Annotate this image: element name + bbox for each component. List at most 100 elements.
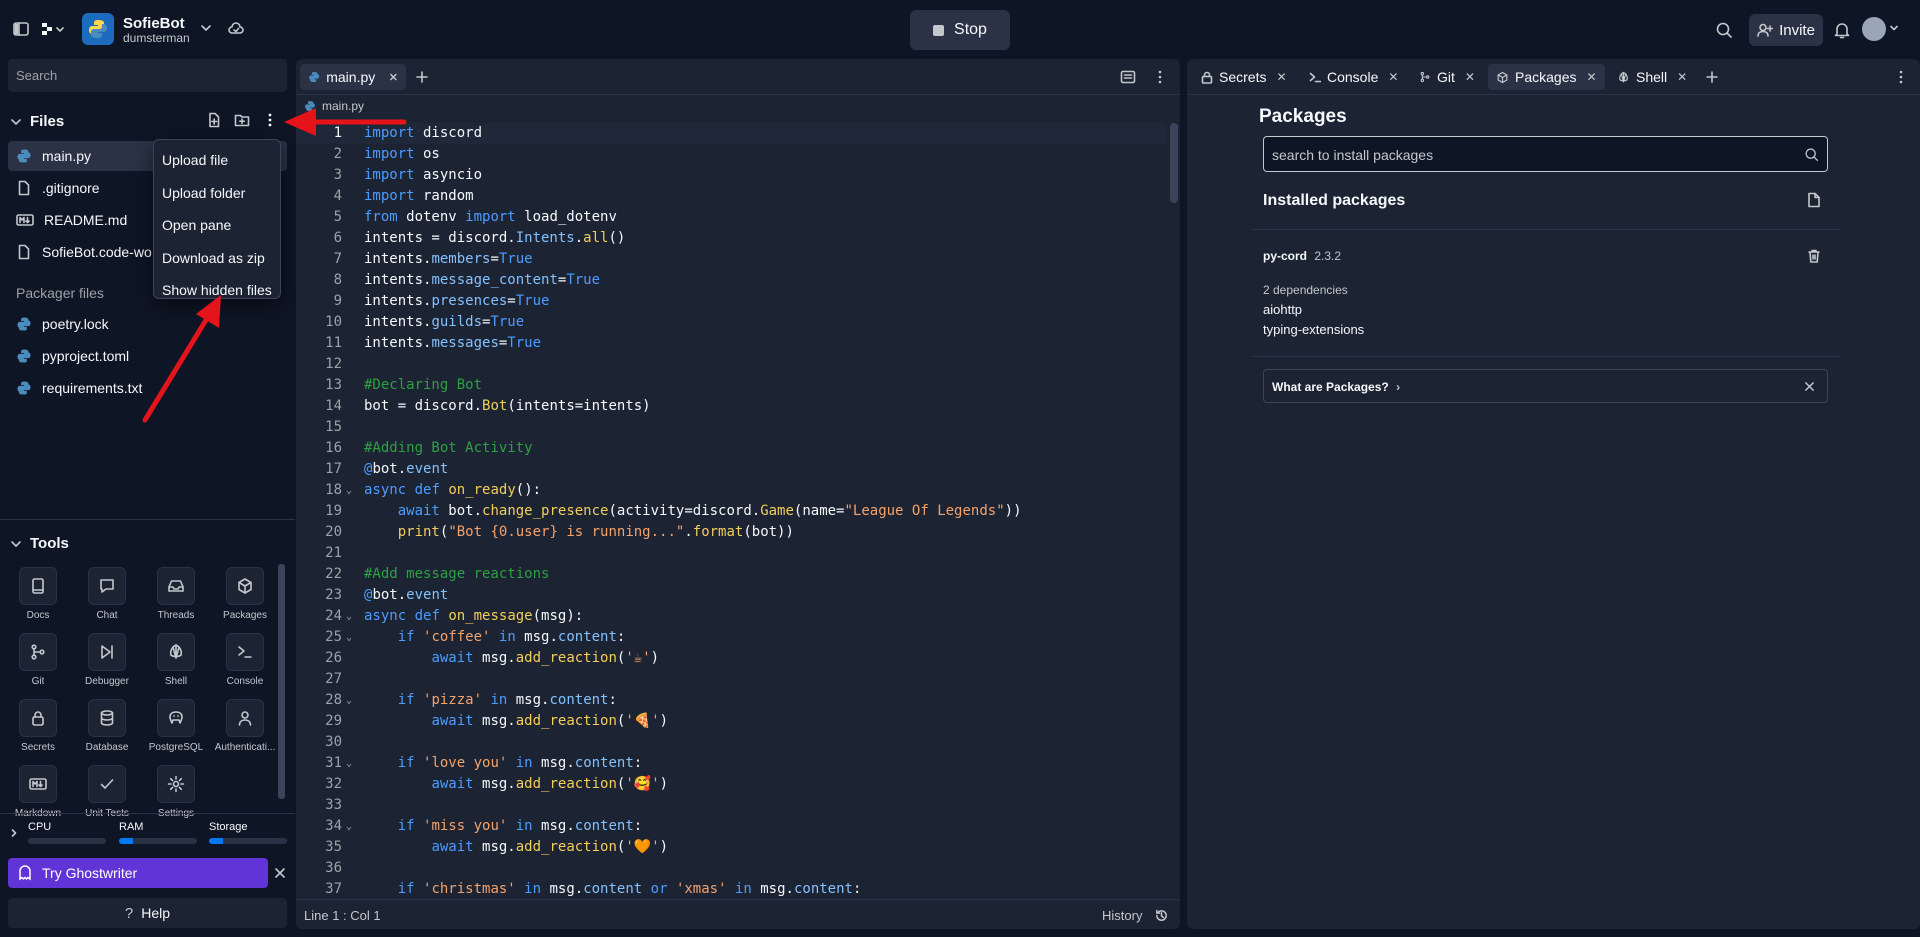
tab-shell[interactable]: Shell ✕ (1609, 64, 1695, 90)
fold-chevron-icon[interactable]: ⌄ (346, 816, 352, 837)
file-item-poetry-lock[interactable]: poetry.lock (8, 309, 287, 339)
search-icon[interactable] (1804, 147, 1819, 162)
close-tab-icon[interactable]: ✕ (1388, 70, 1398, 84)
code-line[interactable]: 14 bot = discord.Bot(intents=intents) (296, 396, 1166, 417)
fold-chevron-icon[interactable]: ⌄ (346, 480, 352, 501)
chevron-right-icon[interactable] (8, 827, 20, 839)
code-line[interactable]: 27 (296, 669, 1166, 690)
layout-icon[interactable] (1120, 69, 1136, 85)
code-line[interactable]: 12 (296, 354, 1166, 375)
fold-chevron-icon[interactable]: ⌄ (346, 690, 352, 711)
code-line[interactable]: 34 ⌄ if 'miss you' in msg.content: (296, 816, 1166, 837)
history-icon[interactable] (1154, 908, 1169, 923)
tool-postgresql[interactable]: PostgreSQL (144, 699, 208, 753)
tool-markdown[interactable]: Markdown (6, 765, 70, 819)
close-tab-icon[interactable]: ✕ (1586, 70, 1596, 84)
code-line[interactable]: 19 await bot.change_presence(activity=di… (296, 501, 1166, 522)
menu-item-upload-folder[interactable]: Upload folder (154, 177, 280, 210)
code-line[interactable]: 35 await msg.add_reaction('🧡') (296, 837, 1166, 858)
sidebar-toggle-icon[interactable] (10, 18, 32, 40)
close-tab-icon[interactable] (389, 72, 398, 82)
files-section-header[interactable]: Files (10, 113, 64, 130)
tool-packages[interactable]: Packages (213, 567, 277, 621)
code-line[interactable]: 9 intents.presences=True (296, 291, 1166, 312)
close-icon[interactable] (1804, 381, 1815, 392)
repl-avatar-icon[interactable] (82, 13, 114, 45)
tab-git[interactable]: Git ✕ (1411, 64, 1483, 90)
invite-button[interactable]: Invite (1749, 14, 1823, 46)
file-icon[interactable] (1807, 192, 1821, 208)
code-line[interactable]: 36 (296, 858, 1166, 879)
file-item-pyproject[interactable]: pyproject.toml (8, 341, 287, 371)
tool-git[interactable]: Git (6, 633, 70, 687)
close-tab-icon[interactable]: ✕ (1465, 70, 1475, 84)
repl-name[interactable]: SofieBot (123, 15, 185, 32)
close-tab-icon[interactable]: ✕ (1276, 70, 1286, 84)
tool-secrets[interactable]: Secrets (6, 699, 70, 753)
bell-icon[interactable] (1832, 20, 1852, 40)
code-line[interactable]: 1 import discord (296, 123, 1166, 144)
close-tab-icon[interactable]: ✕ (1677, 70, 1687, 84)
code-line[interactable]: 8 intents.message_content=True (296, 270, 1166, 291)
file-search-input[interactable]: Search (8, 59, 287, 92)
menu-item-upload-file[interactable]: Upload file (154, 144, 280, 177)
tool-chat[interactable]: Chat (75, 567, 139, 621)
chevron-down-icon[interactable] (198, 20, 214, 36)
code-line[interactable]: 29 await msg.add_reaction('🍕') (296, 711, 1166, 732)
history-label[interactable]: History (1102, 908, 1142, 923)
stop-button[interactable]: Stop (910, 10, 1010, 50)
code-line[interactable]: 22 #Add message reactions (296, 564, 1166, 585)
add-tab-icon[interactable] (1704, 69, 1720, 85)
code-line[interactable]: 10 intents.guilds=True (296, 312, 1166, 333)
code-line[interactable]: 21 (296, 543, 1166, 564)
cloud-sync-icon[interactable] (226, 19, 246, 39)
tool-settings[interactable]: Settings (144, 765, 208, 819)
avatar-chevron-down-icon[interactable] (1888, 22, 1900, 34)
menu-item-download-zip[interactable]: Download as zip (154, 242, 280, 275)
search-icon[interactable] (1714, 20, 1734, 40)
code-line[interactable]: 4 import random (296, 186, 1166, 207)
add-tab-icon[interactable] (414, 69, 430, 85)
package-row[interactable]: py-cord 2.3.2 (1263, 249, 1341, 263)
tool-shell[interactable]: Shell (144, 633, 208, 687)
tab-main-py[interactable]: main.py (300, 64, 406, 90)
tab-console[interactable]: Console ✕ (1301, 64, 1406, 90)
tool-unit-tests[interactable]: Unit Tests (75, 765, 139, 819)
menu-item-show-hidden-files[interactable]: Show hidden files (154, 274, 280, 307)
code-line[interactable]: 33 (296, 795, 1166, 816)
new-folder-icon[interactable] (233, 111, 251, 129)
code-line[interactable]: 6 intents = discord.Intents.all() (296, 228, 1166, 249)
menu-item-open-pane[interactable]: Open pane (154, 209, 280, 242)
tool-debugger[interactable]: Debugger (75, 633, 139, 687)
code-line[interactable]: 11 intents.messages=True (296, 333, 1166, 354)
pane-more-icon[interactable] (1893, 69, 1909, 85)
code-line[interactable]: 37 if 'christmas' in msg.content or 'xma… (296, 879, 1166, 900)
fold-chevron-icon[interactable]: ⌄ (346, 753, 352, 774)
tool-docs[interactable]: Docs (6, 567, 70, 621)
user-avatar[interactable] (1862, 17, 1886, 41)
tool-threads[interactable]: Threads (144, 567, 208, 621)
code-line[interactable]: 7 intents.members=True (296, 249, 1166, 270)
code-line[interactable]: 13 #Declaring Bot (296, 375, 1166, 396)
tool-console[interactable]: Console (213, 633, 277, 687)
code-line[interactable]: 5 from dotenv import load_dotenv (296, 207, 1166, 228)
tab-packages[interactable]: Packages ✕ (1488, 64, 1605, 90)
fold-chevron-icon[interactable]: ⌄ (346, 627, 352, 648)
code-area[interactable]: 1 import discord 2 import os 3 import asyncio… (296, 123, 1166, 900)
editor-more-icon[interactable] (1152, 69, 1168, 85)
replit-menu-icon[interactable] (38, 18, 68, 40)
editor-scrollbar[interactable] (1170, 123, 1178, 203)
code-line[interactable]: 2 import os (296, 144, 1166, 165)
new-file-icon[interactable] (205, 111, 223, 129)
code-line[interactable]: 3 import asyncio (296, 165, 1166, 186)
code-line[interactable]: 30 (296, 732, 1166, 753)
code-line[interactable]: 18 ⌄ async def on_ready(): (296, 480, 1166, 501)
fold-chevron-icon[interactable]: ⌄ (346, 606, 352, 627)
tool-authentication[interactable]: Authenticati... (213, 699, 277, 753)
code-line[interactable]: 15 (296, 417, 1166, 438)
file-item-requirements[interactable]: requirements.txt (8, 373, 287, 403)
code-line[interactable]: 31 ⌄ if 'love you' in msg.content: (296, 753, 1166, 774)
code-line[interactable]: 23 @bot.event (296, 585, 1166, 606)
try-ghostwriter-button[interactable]: Try Ghostwriter (8, 858, 268, 888)
tools-section-header[interactable]: Tools (10, 535, 69, 552)
